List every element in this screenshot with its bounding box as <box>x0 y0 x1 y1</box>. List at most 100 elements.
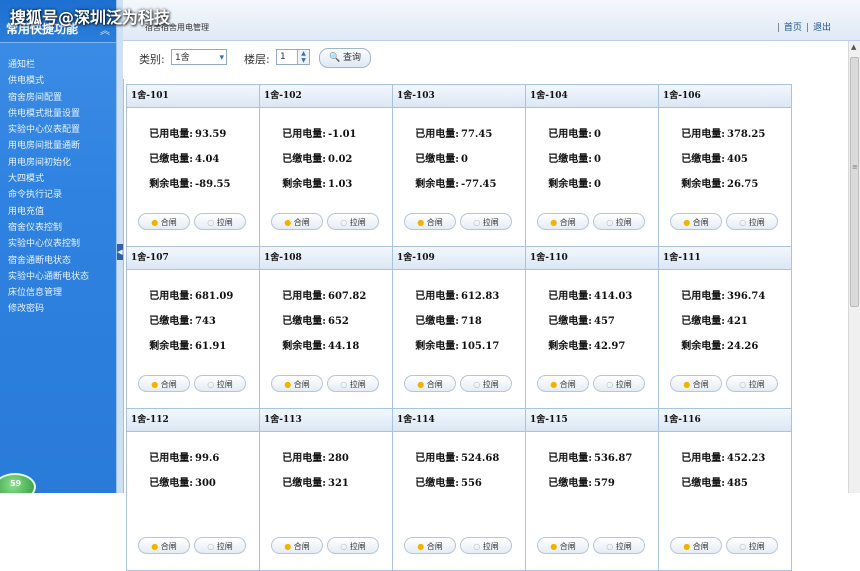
switch-on-button[interactable]: ● 合闸 <box>271 213 323 230</box>
used-row: 已用电量: 612.83 <box>393 287 526 302</box>
switch-on-button[interactable]: ● 合闸 <box>670 537 722 554</box>
switch-off-button[interactable]: ○ 拉闸 <box>593 537 645 554</box>
paid-value: 4.04 <box>195 154 220 165</box>
scroll-thumb[interactable] <box>850 57 859 307</box>
paid-value: 405 <box>727 154 748 165</box>
switch-off-button[interactable]: ○ 拉闸 <box>327 213 379 230</box>
switch-on-button[interactable]: ● 合闸 <box>537 537 589 554</box>
room-card: 1舍-116 已用电量: 452.23 已缴电量: 485 ● 合闸 ○ 拉闸 <box>658 408 792 571</box>
home-link[interactable]: 首页 <box>781 23 805 33</box>
scroll-up-icon[interactable]: ▲ <box>851 43 856 51</box>
switch-on-button[interactable]: ● 合闸 <box>670 375 722 392</box>
bulb-on-icon: ● <box>151 218 159 227</box>
room-card: 1舍-111 已用电量: 396.74 已缴电量: 421 剩余电量: 24.26 ● 合闸 ○… <box>658 246 792 409</box>
vertical-scrollbar[interactable]: ▲ ≡ <box>848 41 860 493</box>
sidebar-item[interactable]: 宿舍通断电状态 <box>0 253 116 269</box>
used-row: 已用电量: 396.74 <box>659 287 792 302</box>
switch-off-label: 拉闸 <box>482 218 499 227</box>
switch-off-button[interactable]: ○ 拉闸 <box>460 375 512 392</box>
switch-on-button[interactable]: ● 合闸 <box>138 213 190 230</box>
paid-label: 已缴电量: <box>415 316 459 327</box>
sidebar-item[interactable]: 用电房间批量通断 <box>0 138 116 154</box>
sidebar-item[interactable]: 床位信息管理 <box>0 285 116 301</box>
filter-bar: 类别: 1舍 ▾ 楼层: 1 ▲ ▼ 🔍 查询 <box>123 41 848 79</box>
remaining-row: 剩余电量: -89.55 <box>127 175 260 190</box>
room-card: 1舍-114 已用电量: 524.68 已缴电量: 556 ● 合闸 ○ 拉闸 <box>392 408 526 571</box>
sidebar-item[interactable]: 用电房间初始化 <box>0 155 116 171</box>
sidebar-item[interactable]: 大四模式 <box>0 171 116 187</box>
switch-on-button[interactable]: ● 合闸 <box>271 375 323 392</box>
sidebar-item[interactable]: 通知栏 <box>0 57 116 73</box>
used-value: 414.03 <box>594 291 633 302</box>
paid-value: 652 <box>328 316 349 327</box>
switch-off-button[interactable]: ○ 拉闸 <box>593 213 645 230</box>
used-row: 已用电量: 681.09 <box>127 287 260 302</box>
switch-off-button[interactable]: ○ 拉闸 <box>726 375 778 392</box>
category-select[interactable]: 1舍 ▾ <box>171 49 227 65</box>
used-row: 已用电量: 452.23 <box>659 449 792 464</box>
paid-row: 已缴电量: 421 <box>659 312 792 327</box>
switch-off-button[interactable]: ○ 拉闸 <box>726 537 778 554</box>
switch-off-button[interactable]: ○ 拉闸 <box>194 213 246 230</box>
top-links: | 首页 | 退出 <box>776 20 834 33</box>
switch-off-button[interactable]: ○ 拉闸 <box>327 537 379 554</box>
bulb-off-icon: ○ <box>606 380 614 389</box>
used-value: 280 <box>328 453 349 464</box>
switch-off-button[interactable]: ○ 拉闸 <box>460 537 512 554</box>
bulb-on-icon: ● <box>550 218 558 227</box>
switch-on-button[interactable]: ● 合闸 <box>404 375 456 392</box>
paid-label: 已缴电量: <box>548 316 592 327</box>
used-label: 已用电量: <box>149 291 193 302</box>
sidebar-item[interactable]: 宿舍仪表控制 <box>0 220 116 236</box>
used-label: 已用电量: <box>681 129 725 140</box>
collapse-arrow-icon[interactable]: ◀ <box>117 244 123 260</box>
sidebar-item[interactable]: 实验中心仪表控制 <box>0 236 116 252</box>
used-value: 77.45 <box>461 129 493 140</box>
paid-label: 已缴电量: <box>681 316 725 327</box>
switch-on-button[interactable]: ● 合闸 <box>404 537 456 554</box>
switch-on-button[interactable]: ● 合闸 <box>537 375 589 392</box>
sidebar-item[interactable]: 用电充值 <box>0 204 116 220</box>
switch-on-button[interactable]: ● 合闸 <box>404 213 456 230</box>
sidebar-item[interactable]: 实验中心通断电状态 <box>0 269 116 285</box>
used-label: 已用电量: <box>415 453 459 464</box>
used-label: 已用电量: <box>548 129 592 140</box>
bulb-on-icon: ● <box>151 380 159 389</box>
switch-on-button[interactable]: ● 合闸 <box>537 213 589 230</box>
switch-off-button[interactable]: ○ 拉闸 <box>327 375 379 392</box>
remaining-row: 剩余电量: 105.17 <box>393 337 526 352</box>
switch-off-label: 拉闸 <box>349 542 366 551</box>
switch-on-button[interactable]: ● 合闸 <box>138 537 190 554</box>
sidebar-item[interactable]: 供电模式批量设置 <box>0 106 116 122</box>
sidebar-item[interactable]: 命令执行记录 <box>0 187 116 203</box>
used-row: 已用电量: 280 <box>260 449 393 464</box>
stepper-arrows-icon[interactable]: ▲ ▼ <box>297 50 309 64</box>
switch-off-button[interactable]: ○ 拉闸 <box>593 375 645 392</box>
switch-on-button[interactable]: ● 合闸 <box>271 537 323 554</box>
bulb-off-icon: ○ <box>473 380 481 389</box>
switch-on-label: 合闸 <box>692 380 709 389</box>
sidebar-item[interactable]: 宿舍房间配置 <box>0 90 116 106</box>
switch-off-label: 拉闸 <box>216 542 233 551</box>
paid-row: 已缴电量: 300 <box>127 474 260 489</box>
switch-off-button[interactable]: ○ 拉闸 <box>194 375 246 392</box>
sidebar-item[interactable]: 供电模式 <box>0 73 116 89</box>
switch-off-button[interactable]: ○ 拉闸 <box>194 537 246 554</box>
floor-stepper[interactable]: 1 ▲ ▼ <box>276 49 310 65</box>
query-button[interactable]: 🔍 查询 <box>319 48 371 68</box>
switch-on-button[interactable]: ● 合闸 <box>138 375 190 392</box>
switch-off-button[interactable]: ○ 拉闸 <box>460 213 512 230</box>
bulb-on-icon: ● <box>550 542 558 551</box>
switch-off-label: 拉闸 <box>615 542 632 551</box>
logout-link[interactable]: 退出 <box>810 23 834 33</box>
sidebar-item[interactable]: 修改密码 <box>0 301 116 317</box>
switch-on-button[interactable]: ● 合闸 <box>670 213 722 230</box>
globe-icon[interactable]: 59 <box>0 473 36 493</box>
used-label: 已用电量: <box>415 129 459 140</box>
switch-off-button[interactable]: ○ 拉闸 <box>726 213 778 230</box>
sidebar-item[interactable]: 实验中心仪表配置 <box>0 122 116 138</box>
switch-on-label: 合闸 <box>426 218 443 227</box>
room-name: 1舍-104 <box>526 85 658 108</box>
paid-row: 已缴电量: 652 <box>260 312 393 327</box>
switch-off-label: 拉闸 <box>482 380 499 389</box>
